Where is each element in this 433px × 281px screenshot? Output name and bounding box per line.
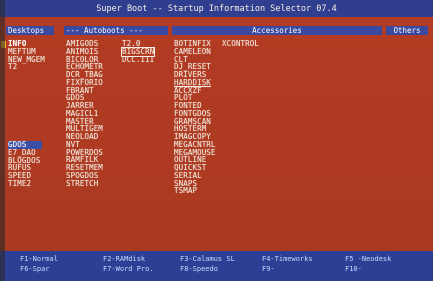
- desktops-list-bottom: GDOS E7_DAO BLOGDOS RUFUS SPEED TIME2: [8, 141, 42, 188]
- fkey-f5[interactable]: F5 -Neodesk: [345, 255, 391, 263]
- fkey-f7[interactable]: F7-Word Pro.: [103, 265, 154, 273]
- others-header[interactable]: Others: [386, 26, 428, 35]
- fkey-f8[interactable]: F8-Speedo: [180, 265, 218, 273]
- desktop-item[interactable]: T2: [8, 63, 45, 71]
- title-bar: Super Boot -- Startup Information Select…: [0, 0, 433, 17]
- accessories-list-1: BOTINFIX CAMELEON CLT DJ_RESET DRIVERS H…: [174, 40, 216, 195]
- autoboot-item[interactable]: DCC.III: [122, 55, 154, 64]
- accessory-item[interactable]: TSMAP: [174, 187, 216, 195]
- fkey-f10[interactable]: F10-: [345, 265, 362, 273]
- accessories-list-2: XCONTROL: [222, 40, 259, 48]
- desktop-item[interactable]: TIME2: [8, 180, 42, 188]
- desktops-list-top: INFO MEFTUM NEW_MGEM T2: [8, 40, 45, 71]
- photo-edge-shadow: [0, 0, 5, 281]
- fkey-f9[interactable]: F9-: [262, 265, 275, 273]
- fkey-f3[interactable]: F3-Calamus SL: [180, 255, 235, 263]
- accessories-header[interactable]: Accessories: [172, 26, 382, 35]
- autoboots-header[interactable]: --- Autoboots ---: [64, 26, 168, 35]
- accessory-item[interactable]: XCONTROL: [222, 40, 259, 48]
- function-key-bar: F1-Normal F2-RAMdisk F3-Calamus SL F4-Ti…: [0, 251, 433, 281]
- fkey-f2[interactable]: F2-RAMdisk: [103, 255, 145, 263]
- fkey-f6[interactable]: F6-Spar: [20, 265, 50, 273]
- autoboot-item[interactable]: STRETCH: [66, 179, 103, 188]
- desktops-header[interactable]: Desktops: [6, 26, 54, 35]
- fkey-f4[interactable]: F4-Timeworks: [262, 255, 313, 263]
- autoboots-list-1: AMIGODS ANIMOIS BICOLOR ECHOMETR DCR_TBA…: [66, 40, 103, 187]
- window-title: Super Boot -- Startup Information Select…: [96, 4, 337, 14]
- super-boot-screen: Super Boot -- Startup Information Select…: [0, 0, 433, 281]
- fkey-f1[interactable]: F1-Normal: [20, 255, 58, 263]
- autoboots-list-2: T2.0 BIGSCRN DCC.III: [120, 40, 156, 64]
